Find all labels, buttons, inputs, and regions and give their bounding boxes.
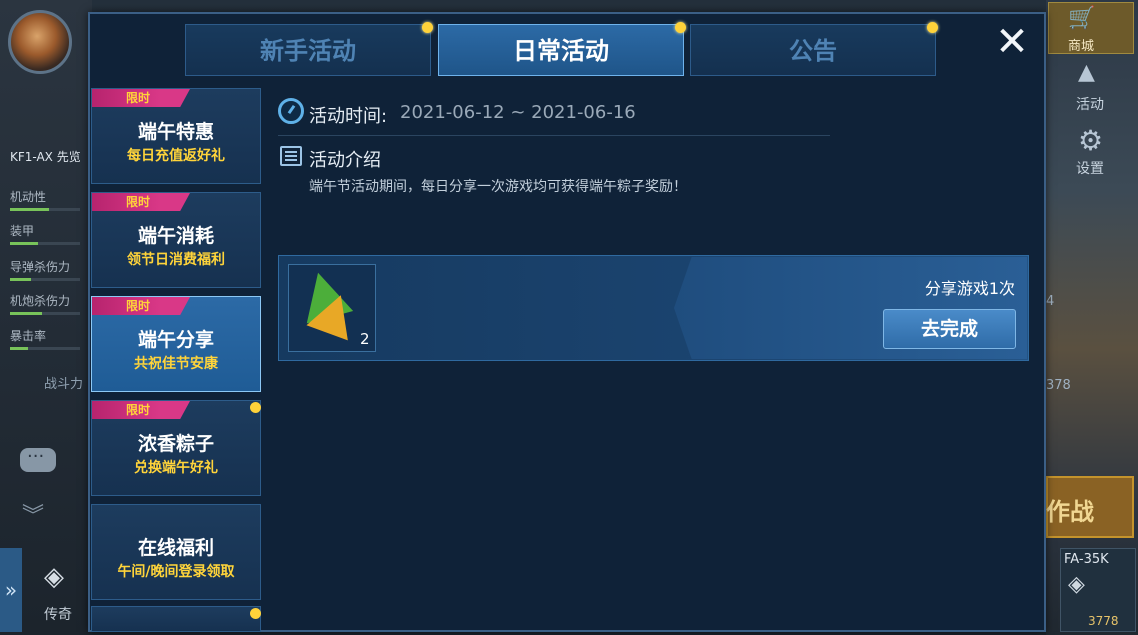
stat-bar <box>10 208 80 211</box>
activity-icon[interactable]: ▲ <box>1078 60 1095 85</box>
activity-label: 活动 <box>1076 97 1104 113</box>
activity-time-label: 活动时间: <box>309 106 388 127</box>
sidebar-item-dragonboat-share[interactable]: 限时 端午分享 共祝佳节安康 <box>91 296 261 392</box>
stat-label: 机动性 <box>10 190 47 204</box>
background-left-panel <box>0 0 92 635</box>
craft-name: KF1-AX 先览 <box>10 150 81 164</box>
settings-label: 设置 <box>1076 161 1104 177</box>
sidebar-item-title: 端午分享 <box>137 329 214 351</box>
divider <box>278 135 830 136</box>
tab-newbie-activity[interactable]: 新手活动 <box>185 24 431 76</box>
sidebar-item-dragonboat-spend[interactable]: 限时 端午消耗 领节日消费福利 <box>91 192 261 288</box>
sidebar-item-fragrant-zongzi[interactable]: 限时 浓香粽子 兑换端午好礼 <box>91 400 261 496</box>
background-number: 4 <box>1046 294 1055 309</box>
sidebar-item-title: 端午消耗 <box>137 225 214 247</box>
legend-rank-icon: ◈ <box>44 562 64 592</box>
chat-icon[interactable] <box>20 448 56 472</box>
sidebar-item-subtitle: 午间/晚间登录领取 <box>117 564 235 580</box>
player-avatar[interactable] <box>8 10 72 74</box>
craft-panel-name: FA-35K <box>1064 552 1109 567</box>
limited-badge: 限时 <box>92 401 190 419</box>
go-complete-button[interactable]: 去完成 <box>883 309 1016 349</box>
sidebar-item-subtitle: 每日充值返好礼 <box>127 148 225 164</box>
sidebar-item-title: 在线福利 <box>137 537 214 559</box>
stat-bar <box>10 242 80 245</box>
background-power-number: 378 <box>1046 378 1071 393</box>
shop-cart-icon: 🛒 <box>1068 6 1096 31</box>
sidebar-item-title: 浓香粽子 <box>137 433 214 455</box>
tab-daily-activity[interactable]: 日常活动 <box>438 24 684 76</box>
limited-badge: 限时 <box>92 297 190 315</box>
battle-label: 作战 <box>1046 498 1094 526</box>
activity-description-label: 活动介绍 <box>309 150 381 171</box>
sidebar-item-subtitle: 共祝佳节安康 <box>134 356 218 372</box>
tab-notification-dot <box>675 22 686 33</box>
close-icon[interactable]: ✕ <box>990 20 1034 64</box>
reward-count: 2 <box>360 330 370 348</box>
tab-notification-dot <box>927 22 938 33</box>
sidebar-item-online-bonus[interactable]: 在线福利 午间/晚间登录领取 <box>91 504 261 600</box>
stat-label: 装甲 <box>10 224 35 238</box>
stopwatch-icon <box>278 98 304 124</box>
stat-label: 机炮杀伤力 <box>10 294 71 308</box>
sidebar-item-dragonboat-deal[interactable]: 限时 端午特惠 每日充值返好礼 <box>91 88 261 184</box>
sidebar-item-subtitle: 兑换端午好礼 <box>134 460 218 476</box>
collapse-down-icon[interactable]: ︾ <box>22 498 44 530</box>
task-description: 分享游戏1次 <box>924 279 1015 298</box>
activity-description-text: 端午节活动期间，每日分享一次游戏均可获得端午粽子奖励！ <box>309 179 687 195</box>
expand-arrow-icon[interactable]: » <box>0 548 22 632</box>
gear-icon[interactable]: ⚙ <box>1078 124 1103 157</box>
craft-rank-icon: ◈ <box>1068 572 1085 597</box>
sidebar-item-partial[interactable] <box>91 606 261 632</box>
sidebar-item-title: 端午特惠 <box>137 121 214 143</box>
stat-label: 导弹杀伤力 <box>10 260 71 274</box>
stat-label: 暴击率 <box>10 329 47 343</box>
craft-panel-power: 3778 <box>1088 614 1119 628</box>
limited-badge: 限时 <box>92 89 190 107</box>
stat-bar <box>10 278 80 281</box>
sidebar-notification-dot <box>250 402 261 413</box>
limited-badge: 限时 <box>92 193 190 211</box>
legend-label: 传奇 <box>44 607 72 623</box>
stat-bar <box>10 312 80 315</box>
power-label: 战斗力 <box>44 377 84 392</box>
tab-announcement[interactable]: 公告 <box>690 24 936 76</box>
sidebar-notification-dot <box>250 608 261 619</box>
sidebar-item-subtitle: 领节日消费福利 <box>127 252 225 268</box>
shop-label: 商城 <box>1068 39 1095 54</box>
activity-time-value: 2021-06-12 ~ 2021-06-16 <box>400 102 636 123</box>
tab-notification-dot <box>422 22 433 33</box>
stat-bar <box>10 347 80 350</box>
list-icon <box>280 146 302 166</box>
